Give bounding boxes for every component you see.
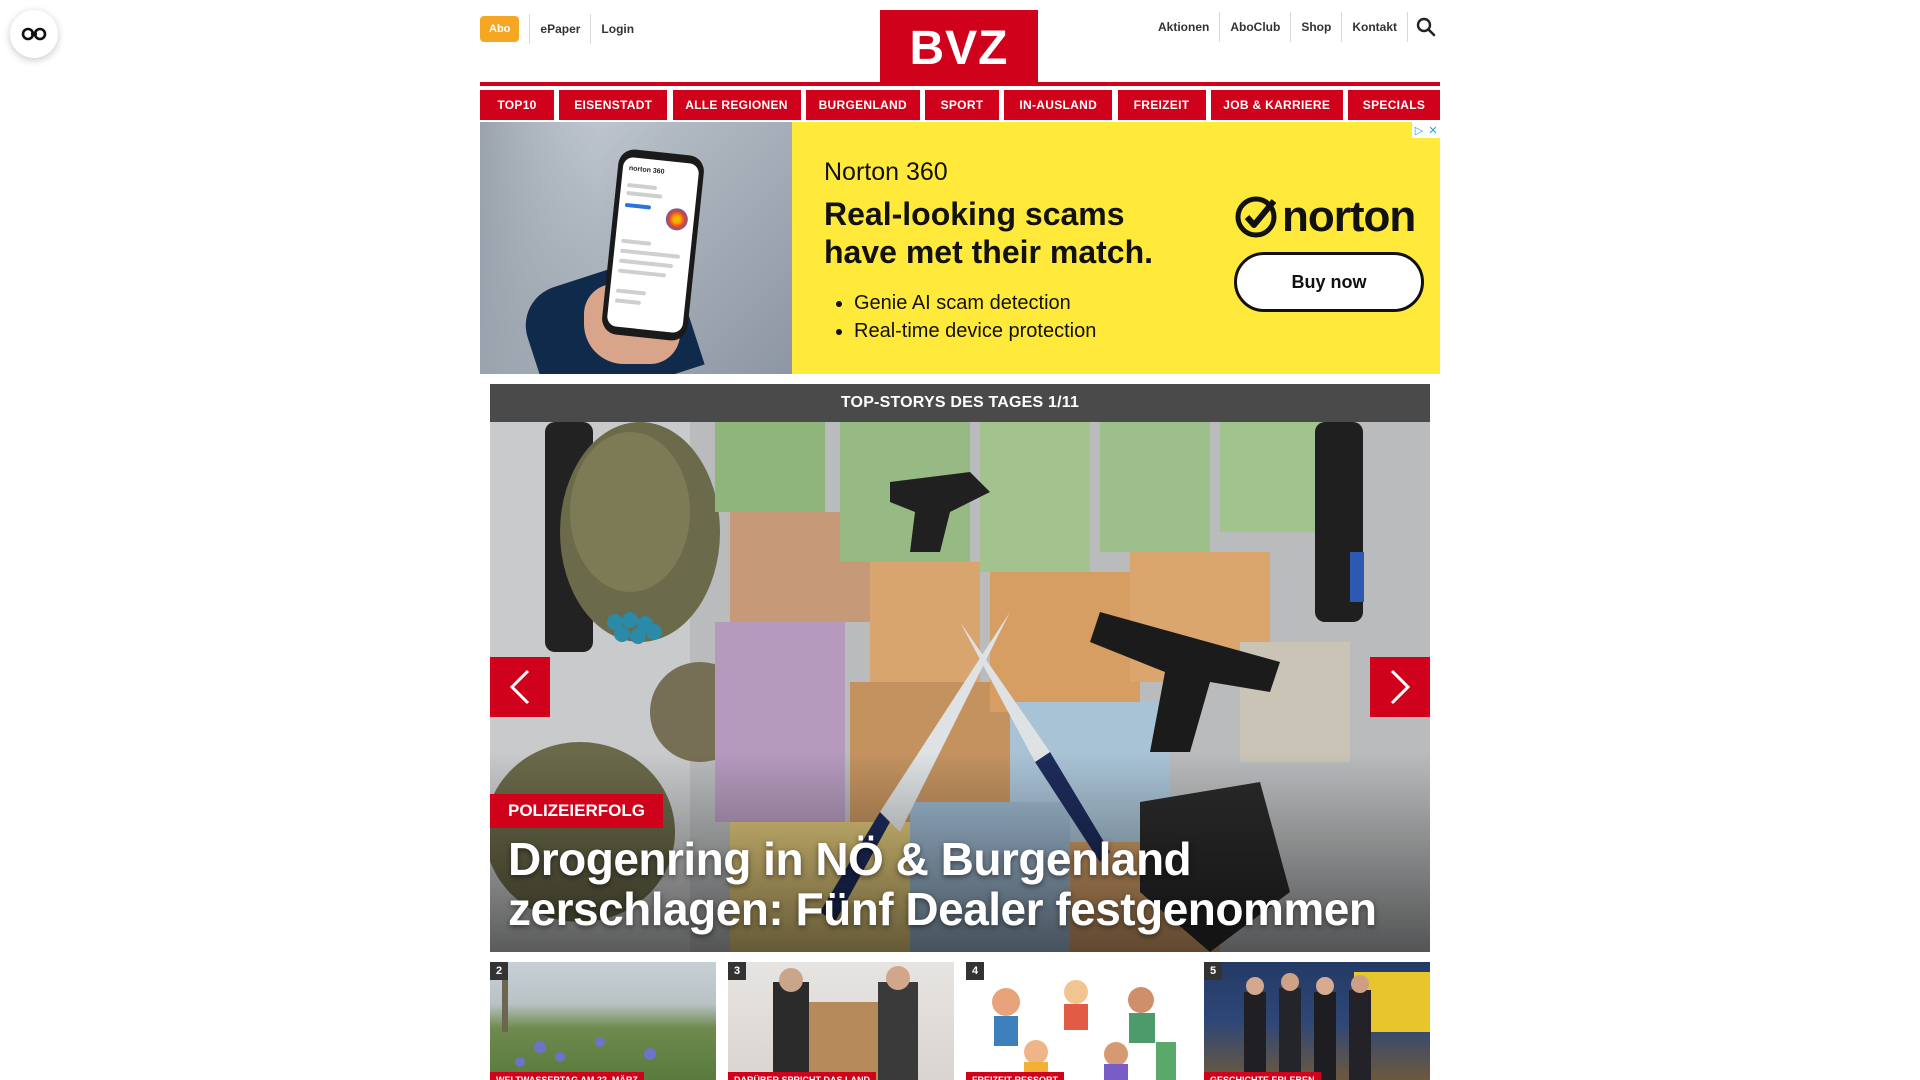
top-stories-heading: TOP-STORYS DES TAGES 1/11 [490, 384, 1430, 422]
ad-phone-photo: norton 360 [480, 122, 792, 374]
ad-choices[interactable]: ▷ ✕ [1412, 122, 1440, 138]
thumbnail-tag: GESCHICHTE ERLEBEN [1204, 1072, 1321, 1080]
nav-item-freizeit[interactable]: FREIZEIT [1117, 90, 1206, 120]
thumbnail-image [966, 962, 1192, 1080]
page: Abo ePaper Login BVZ Aktionen AboClub Sh… [480, 0, 1440, 1080]
screen-line [624, 202, 652, 210]
search-button[interactable] [1412, 12, 1440, 42]
next-slide-button[interactable] [1370, 657, 1430, 717]
chevron-right-icon [1390, 669, 1411, 705]
accessibility-button[interactable] [10, 10, 58, 58]
nav-item-job-karriere[interactable]: JOB & KARRIERE [1210, 90, 1343, 120]
site-header: Abo ePaper Login BVZ Aktionen AboClub Sh… [480, 0, 1440, 86]
ad-copy: Norton 360 Real-looking scams have met t… [824, 158, 1214, 345]
thumbnail-image [490, 962, 716, 1080]
norton-check-icon [1235, 196, 1277, 238]
story-thumbnail[interactable]: 4 FREIZEIT-RESSORT [966, 962, 1192, 1080]
nav-item-in-ausland[interactable]: IN-AUSLAND [1004, 90, 1113, 120]
story-thumbnails: 2 WELTWASSERTAG AM 22. MÄRZ 3 DARÜBER SP… [490, 962, 1430, 1080]
people-illustration [773, 966, 918, 1080]
screen-line [626, 190, 663, 199]
login-link[interactable]: Login [591, 14, 644, 44]
prev-slide-button[interactable] [490, 657, 550, 717]
screen-line [620, 248, 681, 259]
screen-line [621, 238, 652, 246]
norton-logo-text: norton [1282, 192, 1416, 241]
screen-line [617, 268, 667, 278]
nav-item-specials[interactable]: SPECIALS [1348, 90, 1440, 120]
hero-category-tag: POLIZEIERFOLG [490, 794, 663, 828]
ad-headline-line: Real-looking scams [824, 196, 1125, 232]
ad-headline: Real-looking scams have met their match. [824, 195, 1214, 271]
accessibility-icon [21, 27, 47, 41]
nav-item-top10[interactable]: TOP10 [480, 90, 554, 120]
chevron-left-icon [509, 669, 530, 705]
search-icon [1416, 17, 1436, 37]
shop-link[interactable]: Shop [1291, 12, 1341, 42]
norton-advertisement[interactable]: norton 360 Norton 360 Real-looking scams [480, 122, 1440, 374]
close-ad-icon[interactable]: ✕ [1426, 122, 1440, 138]
aboclub-link[interactable]: AboClub [1220, 12, 1290, 42]
nav-item-sport[interactable]: SPORT [925, 90, 999, 120]
thumbnail-number: 4 [966, 962, 984, 980]
aktionen-link[interactable]: Aktionen [1148, 12, 1219, 42]
hero-story[interactable]: POLIZEIERFOLG Drogenring in NÖ & Burgenl… [490, 422, 1430, 952]
ad-bullet-list: Genie AI scam detection Real-time device… [824, 289, 1214, 345]
story-thumbnail[interactable]: 3 DARÜBER SPRICHT DAS LAND [728, 962, 954, 1080]
ad-smartphone: norton 360 [600, 148, 706, 342]
leisure-illustration [992, 980, 1176, 1080]
norton-logo: norton [1234, 192, 1416, 242]
bvz-logo[interactable]: BVZ [880, 10, 1038, 86]
nav-item-eisenstadt[interactable]: EISENSTADT [559, 90, 668, 120]
screen-line [615, 288, 647, 296]
thumbnail-number: 2 [490, 962, 508, 980]
thumbnail-image [1204, 962, 1430, 1080]
ad-product-name: Norton 360 [824, 158, 948, 186]
thumbnail-number: 3 [728, 962, 746, 980]
ad-phone-brand: norton 360 [628, 165, 665, 176]
adchoices-icon[interactable]: ▷ [1412, 122, 1426, 138]
header-left-links: Abo ePaper Login [480, 14, 644, 44]
abo-button[interactable]: Abo [480, 16, 520, 42]
hero-headline[interactable]: Drogenring in NÖ & Burgenland zerschlage… [508, 834, 1408, 934]
story-thumbnail[interactable]: 5 GESCHICHTE ERLEBEN [1204, 962, 1430, 1080]
ad-bullet: Genie AI scam detection [854, 289, 1214, 317]
thumbnail-number: 5 [1204, 962, 1222, 980]
ad-headline-line: have met their match. [824, 234, 1153, 270]
thumbnail-tag: WELTWASSERTAG AM 22. MÄRZ [490, 1072, 644, 1080]
screen-line [614, 298, 642, 306]
buy-now-button[interactable]: Buy now [1234, 252, 1424, 312]
divider [1407, 12, 1408, 42]
kontakt-link[interactable]: Kontakt [1342, 12, 1407, 42]
screen-line [618, 258, 674, 269]
ceremony-illustration [1244, 972, 1430, 1080]
header-right-links: Aktionen AboClub Shop Kontakt [1148, 12, 1440, 42]
ad-phone-screen: norton 360 [606, 156, 700, 334]
thumbnail-image [728, 962, 954, 1080]
thumbnail-tag: FREIZEIT-RESSORT [966, 1072, 1065, 1080]
flowers-illustration [502, 972, 656, 1067]
main-nav: TOP10 EISENSTADT ALLE REGIONEN BURGENLAN… [480, 90, 1440, 120]
scan-graphic [664, 207, 689, 232]
story-thumbnail[interactable]: 2 WELTWASSERTAG AM 22. MÄRZ [490, 962, 716, 1080]
ad-bullet: Real-time device protection [854, 317, 1214, 345]
thumbnail-tag: DARÜBER SPRICHT DAS LAND [728, 1072, 877, 1080]
nav-item-burgenland[interactable]: BURGENLAND [805, 90, 920, 120]
screen-line [626, 182, 658, 191]
nav-item-alle-regionen[interactable]: ALLE REGIONEN [672, 90, 801, 120]
epaper-link[interactable]: ePaper [530, 14, 590, 44]
top-stories: TOP-STORYS DES TAGES 1/11 POLIZEIERFOLG … [490, 384, 1430, 1080]
